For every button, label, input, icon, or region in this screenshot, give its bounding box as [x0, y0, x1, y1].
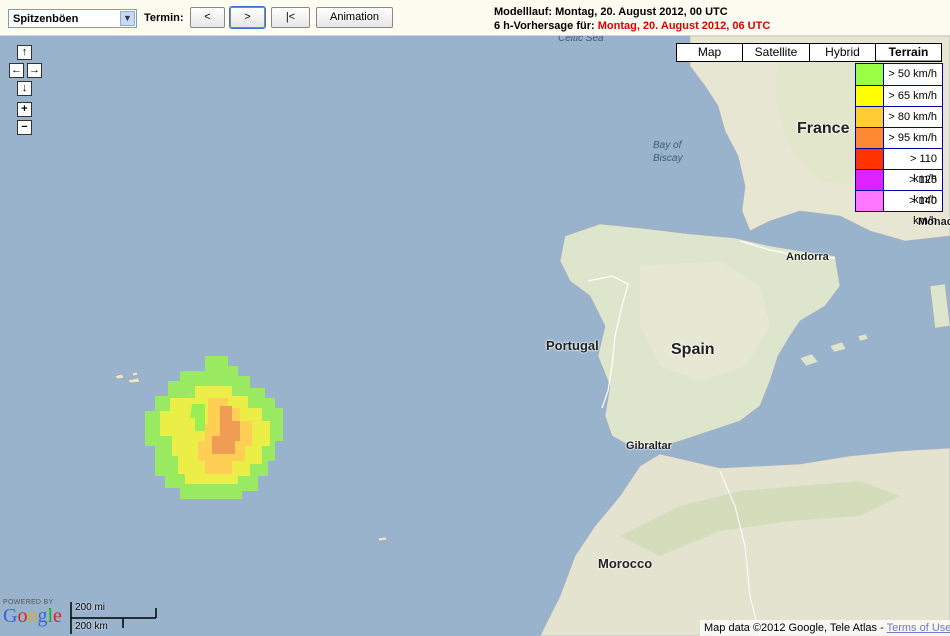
forecast-prefix: 6 h-Vorhersage für:: [494, 20, 595, 32]
parameter-select[interactable]: Spitzenböen ▼: [8, 9, 137, 28]
scale-kilometers: 200 km: [75, 621, 108, 632]
legend-label: > 110 km/h: [909, 153, 937, 185]
andorra-label: Andorra: [786, 251, 829, 263]
legend-swatch: [856, 64, 884, 85]
legend-row: > 65 km/h: [856, 85, 942, 106]
legend-row: > 125 km/h: [856, 169, 942, 206]
bay-of-biscay-label-2: Biscay: [653, 153, 683, 164]
forecast-time: Montag, 20. August 2012, 06 UTC: [597, 20, 771, 32]
gibraltar-label: Gibraltar: [626, 440, 672, 452]
map-attribution: Map data ©2012 Google, Tele Atlas - Term…: [700, 620, 950, 636]
legend-swatch: [856, 149, 884, 169]
legend-label: > 140 km/h: [909, 195, 937, 227]
legend-swatch: [856, 128, 884, 148]
legend-row: > 110 km/h: [856, 148, 942, 185]
run-info: Modelllauf: Montag, 20. August 2012, 00 …: [494, 5, 770, 33]
animation-button[interactable]: Animation: [316, 7, 393, 28]
next-time-button[interactable]: >: [229, 6, 266, 29]
scale-miles: 200 mi: [75, 602, 106, 613]
arrow-right-icon[interactable]: →: [27, 63, 42, 78]
bay-of-biscay-label-1: Bay of: [653, 140, 682, 151]
france-label: France: [797, 120, 850, 137]
model-run-text: Modelllauf: Montag, 20. August 2012, 00 …: [494, 6, 728, 18]
morocco-label: Morocco: [598, 556, 653, 571]
legend-label: > 80 km/h: [888, 111, 937, 123]
zoom-out-icon[interactable]: −: [17, 120, 32, 135]
google-wordmark: Google: [3, 605, 62, 627]
toolbar: Spitzenböen ▼ Termin: < > |< Animation M…: [0, 0, 950, 36]
terms-of-use-link[interactable]: Terms of Use: [887, 622, 950, 634]
legend-label: > 50 km/h: [888, 68, 937, 80]
forecast-line: 6 h-Vorhersage für: Montag, 20. August 2…: [494, 19, 770, 33]
legend-label: > 125 km/h: [909, 174, 937, 206]
map-type-satellite[interactable]: Satellite: [742, 43, 810, 62]
map-type-terrain[interactable]: Terrain: [875, 43, 942, 62]
sardinia: [929, 283, 950, 329]
termin-label: Termin:: [144, 12, 184, 24]
legend-swatch: [856, 107, 884, 127]
north-africa-land: [539, 447, 950, 636]
arrow-left-icon[interactable]: ←: [9, 63, 24, 78]
first-time-button[interactable]: |<: [271, 7, 310, 28]
map-type-map[interactable]: Map: [676, 43, 743, 62]
celtic-sea-label: Celtic Sea: [558, 36, 604, 44]
legend-row: > 140 km/h: [856, 190, 942, 227]
legend-row: > 95 km/h: [856, 127, 942, 148]
legend-swatch: [856, 170, 884, 190]
previous-time-button[interactable]: <: [190, 7, 225, 28]
legend-swatch: [856, 191, 884, 211]
map-canvas[interactable]: Celtic Sea Bay of Biscay France Monac An…: [0, 36, 950, 636]
google-logo[interactable]: POWERED BY Google: [3, 599, 62, 626]
zoom-in-icon[interactable]: +: [17, 102, 32, 117]
attribution-text: Map data ©2012 Google, Tele Atlas -: [704, 622, 887, 634]
legend-label: > 65 km/h: [888, 90, 937, 102]
parameter-select-value: Spitzenböen: [13, 13, 79, 25]
legend-row: > 80 km/h: [856, 106, 942, 127]
legend-row: > 50 km/h: [856, 64, 942, 85]
spain-label: Spain: [671, 341, 715, 358]
arrow-up-icon[interactable]: ↑: [17, 45, 32, 60]
chevron-down-icon[interactable]: ▼: [120, 11, 135, 26]
wind-gust-legend: > 50 km/h > 65 km/h > 80 km/h > 95 km/h > 11…: [855, 63, 943, 227]
arrow-down-icon[interactable]: ↓: [17, 81, 32, 96]
legend-label: > 95 km/h: [888, 132, 937, 144]
legend-swatch: [856, 86, 884, 106]
balearic-islands: [799, 333, 869, 367]
portugal-label: Portugal: [546, 338, 599, 353]
map-type-controls: Map Satellite Hybrid Terrain: [676, 43, 942, 62]
map-type-hybrid[interactable]: Hybrid: [809, 43, 876, 62]
